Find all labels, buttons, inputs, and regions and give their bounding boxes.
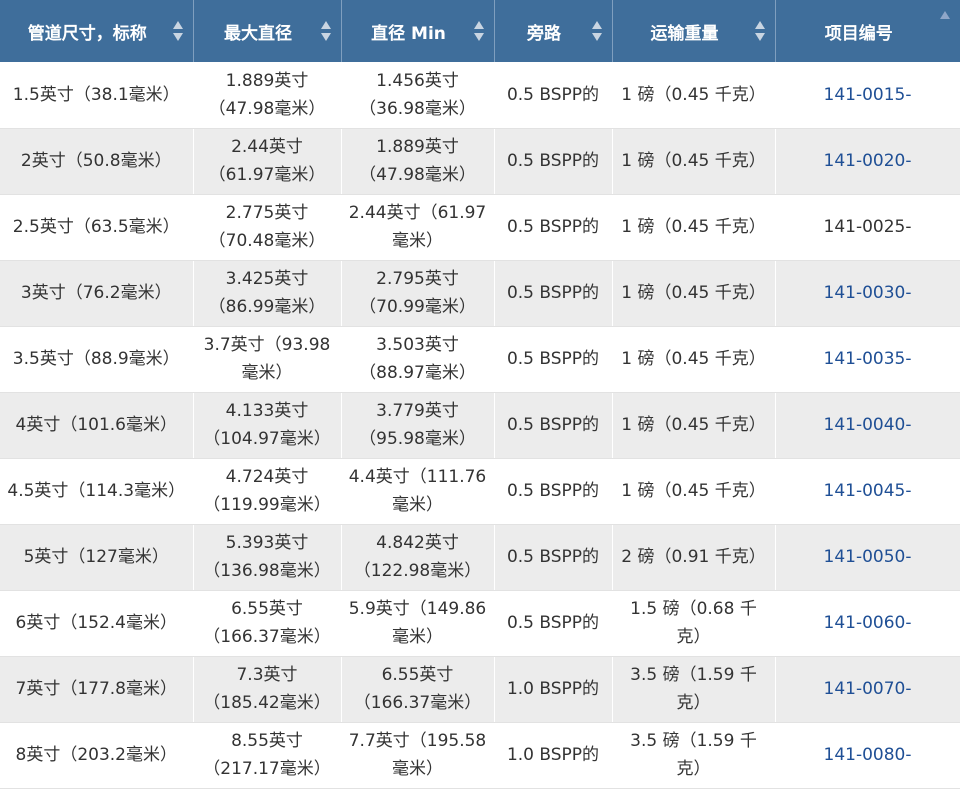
cell-shipping-weight: 1 磅（0.45 千克）: [612, 62, 776, 129]
cell-bypass: 0.5 BSPP的: [494, 590, 613, 657]
cell-item-number[interactable]: 141-0080-: [775, 722, 960, 789]
cell-min-diameter: 5.9英寸（149.86毫米）: [341, 590, 495, 657]
table-row: 1.5英寸（38.1毫米） 1.889英寸（47.98毫米） 1.456英寸（36.…: [0, 62, 960, 129]
cell-item-number[interactable]: 141-0020-: [775, 128, 960, 195]
cell-shipping-weight: 1 磅（0.45 千克）: [612, 458, 776, 525]
table-row: 8英寸（203.2毫米） 8.55英寸（217.17毫米） 7.7英寸（195.58…: [0, 722, 960, 789]
cell-item-number[interactable]: 141-0045-: [775, 458, 960, 525]
cell-max-diameter: 1.889英寸（47.98毫米）: [193, 62, 342, 129]
cell-max-diameter: 2.44英寸（61.97毫米）: [193, 128, 342, 195]
cell-shipping-weight: 1 磅（0.45 千克）: [612, 260, 776, 327]
cell-max-diameter: 4.133英寸（104.97毫米）: [193, 392, 342, 459]
table-header-row: 管道尺寸，标称 最大直径 直径 Min 旁路 运输重量 项目编号: [0, 0, 960, 62]
column-header-label: 直径 Min: [371, 23, 446, 44]
cell-shipping-weight: 1 磅（0.45 千克）: [612, 194, 776, 261]
cell-min-diameter: 2.44英寸（61.97毫米）: [341, 194, 495, 261]
table-row: 4.5英寸（114.3毫米） 4.724英寸（119.99毫米） 4.4英寸（111…: [0, 458, 960, 525]
cell-max-diameter: 7.3英寸（185.42毫米）: [193, 656, 342, 723]
column-header-item-number[interactable]: 项目编号: [775, 0, 960, 62]
cell-min-diameter: 1.456英寸（36.98毫米）: [341, 62, 495, 129]
cell-item-number[interactable]: 141-0070-: [775, 656, 960, 723]
cell-nominal-size: 5英寸（127毫米）: [0, 524, 194, 591]
table-row: 7英寸（177.8毫米） 7.3英寸（185.42毫米） 6.55英寸（166.37…: [0, 656, 960, 723]
cell-shipping-weight: 3.5 磅（1.59 千克）: [612, 656, 776, 723]
column-header-label: 运输重量: [650, 23, 719, 44]
table-row: 3.5英寸（88.9毫米） 3.7英寸（93.98毫米） 3.503英寸（88.97…: [0, 326, 960, 393]
column-header-label: 管道尺寸，标称: [27, 23, 147, 44]
cell-nominal-size: 1.5英寸（38.1毫米）: [0, 62, 194, 129]
sort-ascending-icon[interactable]: [939, 10, 951, 32]
cell-max-diameter: 2.775英寸（70.48毫米）: [193, 194, 342, 261]
cell-nominal-size: 8英寸（203.2毫米）: [0, 722, 194, 789]
cell-min-diameter: 1.889英寸（47.98毫米）: [341, 128, 495, 195]
cell-min-diameter: 7.7英寸（195.58毫米）: [341, 722, 495, 789]
cell-bypass: 0.5 BSPP的: [494, 128, 613, 195]
cell-min-diameter: 6.55英寸（166.37毫米）: [341, 656, 495, 723]
column-header-label: 最大直径: [224, 23, 292, 44]
cell-nominal-size: 3英寸（76.2毫米）: [0, 260, 194, 327]
cell-bypass: 0.5 BSPP的: [494, 524, 613, 591]
cell-nominal-size: 4英寸（101.6毫米）: [0, 392, 194, 459]
sort-icon[interactable]: [754, 20, 766, 42]
cell-min-diameter: 4.842英寸（122.98毫米）: [341, 524, 495, 591]
column-header-nominal-size[interactable]: 管道尺寸，标称: [0, 0, 194, 62]
sort-icon[interactable]: [591, 20, 603, 42]
cell-shipping-weight: 1 磅（0.45 千克）: [612, 326, 776, 393]
cell-bypass: 0.5 BSPP的: [494, 62, 613, 129]
cell-bypass: 1.0 BSPP的: [494, 722, 613, 789]
sort-icon[interactable]: [320, 20, 332, 42]
cell-max-diameter: 8.55英寸（217.17毫米）: [193, 722, 342, 789]
cell-min-diameter: 4.4英寸（111.76毫米）: [341, 458, 495, 525]
table-row: 4英寸（101.6毫米） 4.133英寸（104.97毫米） 3.779英寸（95.…: [0, 392, 960, 459]
table-row: 3英寸（76.2毫米） 3.425英寸（86.99毫米） 2.795英寸（70.99…: [0, 260, 960, 327]
cell-max-diameter: 4.724英寸（119.99毫米）: [193, 458, 342, 525]
table-body: 1.5英寸（38.1毫米） 1.889英寸（47.98毫米） 1.456英寸（36.…: [0, 62, 960, 789]
cell-nominal-size: 3.5英寸（88.9毫米）: [0, 326, 194, 393]
table-row: 2英寸（50.8毫米） 2.44英寸（61.97毫米） 1.889英寸（47.98毫…: [0, 128, 960, 195]
cell-nominal-size: 6英寸（152.4毫米）: [0, 590, 194, 657]
cell-item-number[interactable]: 141-0040-: [775, 392, 960, 459]
cell-shipping-weight: 2 磅（0.91 千克）: [612, 524, 776, 591]
column-header-shipping-weight[interactable]: 运输重量: [612, 0, 776, 62]
sort-icon[interactable]: [172, 20, 184, 42]
table-row: 2.5英寸（63.5毫米） 2.775英寸（70.48毫米） 2.44英寸（61.9…: [0, 194, 960, 261]
cell-nominal-size: 7英寸（177.8毫米）: [0, 656, 194, 723]
cell-item-number[interactable]: 141-0035-: [775, 326, 960, 393]
cell-shipping-weight: 1 磅（0.45 千克）: [612, 128, 776, 195]
cell-nominal-size: 4.5英寸（114.3毫米）: [0, 458, 194, 525]
cell-max-diameter: 6.55英寸（166.37毫米）: [193, 590, 342, 657]
sort-icon[interactable]: [473, 20, 485, 42]
cell-item-number[interactable]: 141-0060-: [775, 590, 960, 657]
cell-min-diameter: 2.795英寸（70.99毫米）: [341, 260, 495, 327]
column-header-min-diameter[interactable]: 直径 Min: [341, 0, 495, 62]
table-row: 5英寸（127毫米） 5.393英寸（136.98毫米） 4.842英寸（122.9…: [0, 524, 960, 591]
cell-item-number: 141-0025-: [775, 194, 960, 261]
column-header-bypass[interactable]: 旁路: [494, 0, 613, 62]
cell-shipping-weight: 1 磅（0.45 千克）: [612, 392, 776, 459]
cell-min-diameter: 3.503英寸（88.97毫米）: [341, 326, 495, 393]
cell-nominal-size: 2.5英寸（63.5毫米）: [0, 194, 194, 261]
table-row: 6英寸（152.4毫米） 6.55英寸（166.37毫米） 5.9英寸（149.86…: [0, 590, 960, 657]
cell-item-number[interactable]: 141-0015-: [775, 62, 960, 129]
pipe-size-table: 管道尺寸，标称 最大直径 直径 Min 旁路 运输重量 项目编号 1.5英寸（3…: [0, 0, 960, 789]
cell-bypass: 0.5 BSPP的: [494, 458, 613, 525]
cell-item-number[interactable]: 141-0030-: [775, 260, 960, 327]
cell-bypass: 0.5 BSPP的: [494, 326, 613, 393]
column-header-label: 旁路: [527, 23, 561, 44]
cell-item-number[interactable]: 141-0050-: [775, 524, 960, 591]
cell-shipping-weight: 1.5 磅（0.68 千克）: [612, 590, 776, 657]
cell-bypass: 0.5 BSPP的: [494, 392, 613, 459]
cell-max-diameter: 3.425英寸（86.99毫米）: [193, 260, 342, 327]
cell-bypass: 1.0 BSPP的: [494, 656, 613, 723]
cell-bypass: 0.5 BSPP的: [494, 260, 613, 327]
cell-max-diameter: 5.393英寸（136.98毫米）: [193, 524, 342, 591]
cell-nominal-size: 2英寸（50.8毫米）: [0, 128, 194, 195]
cell-min-diameter: 3.779英寸（95.98毫米）: [341, 392, 495, 459]
column-header-max-diameter[interactable]: 最大直径: [193, 0, 342, 62]
cell-shipping-weight: 3.5 磅（1.59 千克）: [612, 722, 776, 789]
column-header-label: 项目编号: [824, 23, 893, 44]
cell-max-diameter: 3.7英寸（93.98毫米）: [193, 326, 342, 393]
cell-bypass: 0.5 BSPP的: [494, 194, 613, 261]
